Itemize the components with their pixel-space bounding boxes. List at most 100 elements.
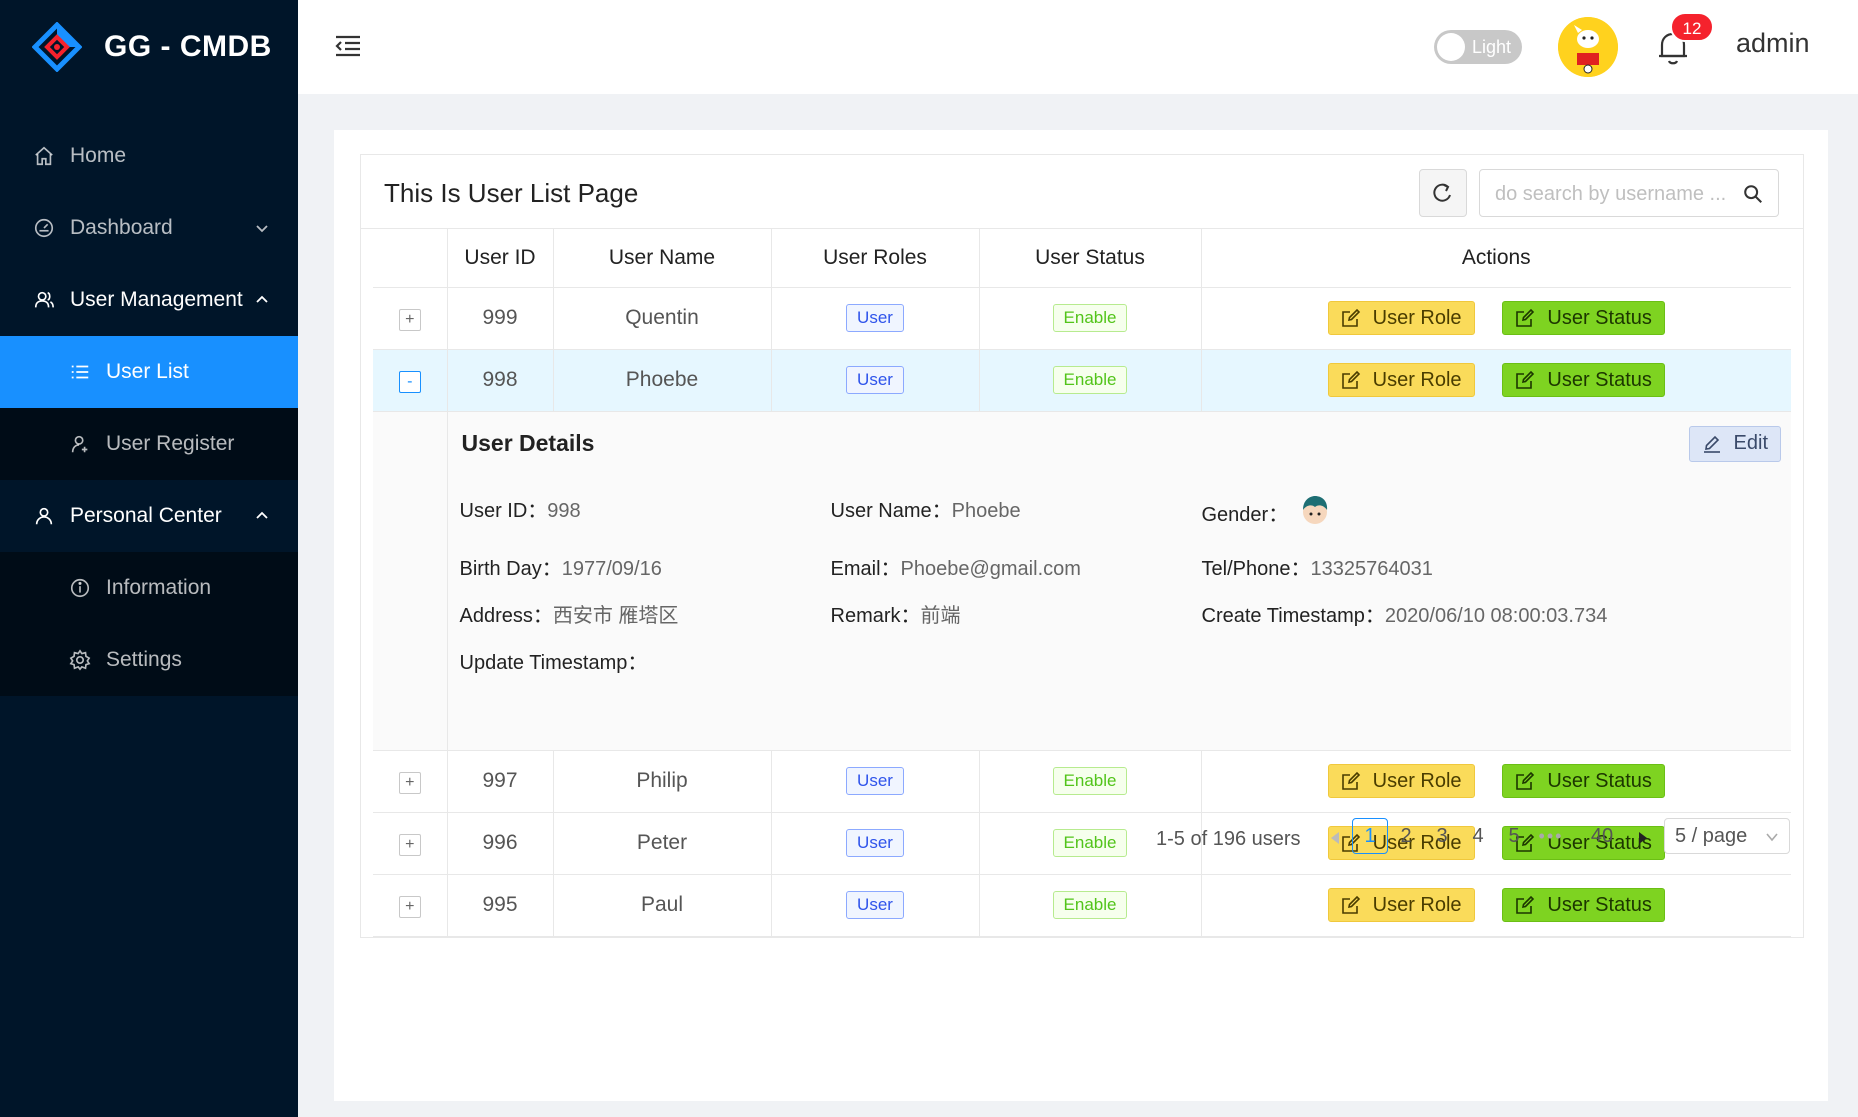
- page-size-value: 5 / page: [1675, 824, 1748, 847]
- sidebar-item-label: Home: [70, 144, 127, 167]
- table-row: + 997 Philip User Enable User Role User …: [373, 750, 1791, 813]
- column-header: User Status: [979, 229, 1202, 288]
- status-badge: Enable: [1052, 304, 1128, 332]
- sidebar-item-label: Information: [106, 576, 212, 599]
- cell-user-name: Philip: [553, 750, 772, 813]
- field-label: Address：: [459, 604, 553, 627]
- sidebar-item-settings[interactable]: Settings: [0, 624, 298, 696]
- collapse-row-button[interactable]: -: [398, 370, 421, 393]
- sidebar-item-label: Personal Center: [70, 504, 222, 527]
- search-icon[interactable]: [1742, 183, 1764, 205]
- sidebar-item-dashboard[interactable]: Dashboard: [0, 192, 298, 264]
- app-title: GG - CMDB: [104, 30, 272, 63]
- page-item-1[interactable]: 1: [1352, 818, 1388, 854]
- theme-toggle[interactable]: Light: [1434, 30, 1522, 64]
- theme-label: Light: [1472, 37, 1512, 57]
- list-icon: [68, 360, 92, 384]
- field-birthday: Birth Day：1977/09/16: [460, 552, 662, 581]
- user-role-button[interactable]: User Role: [1327, 301, 1475, 335]
- button-label: User Status: [1547, 893, 1652, 916]
- button-label: User Role: [1372, 368, 1462, 391]
- user-status-button[interactable]: User Status: [1502, 764, 1665, 798]
- pagination: 1-5 of 196 users 1 2 3 4 5 ••• 40 5 / pa…: [334, 818, 1828, 858]
- field-gender: Gender：: [1202, 496, 1333, 528]
- user-add-icon: [68, 432, 92, 456]
- sidebar-item-user-management[interactable]: User Management: [0, 264, 298, 336]
- field-label: Birth Day：: [459, 557, 562, 580]
- male-avatar-icon: [1298, 493, 1332, 527]
- cell-user-name: Quentin: [553, 287, 772, 350]
- chevron-down-icon: [256, 225, 268, 233]
- field-value: 前端: [920, 604, 961, 627]
- next-page-icon[interactable]: [1636, 830, 1650, 846]
- cell-user-id: 999: [447, 287, 554, 350]
- sidebar-item-information[interactable]: Information: [0, 552, 298, 624]
- sidebar-item-label: Dashboard: [70, 216, 173, 239]
- cell-user-name: Paul: [553, 874, 772, 937]
- chevron-up-icon: [256, 511, 268, 519]
- search-input[interactable]: [1495, 179, 1735, 209]
- expand-row-button[interactable]: +: [398, 308, 421, 331]
- field-value: 西安市 雁塔区: [552, 604, 679, 627]
- field-label: User Name：: [830, 499, 952, 522]
- info-icon: [68, 576, 92, 600]
- user-role-button[interactable]: User Role: [1327, 764, 1475, 798]
- user-status-button[interactable]: User Status: [1502, 301, 1665, 335]
- field-value: 998: [547, 499, 581, 522]
- field-email: Email：Phoebe@gmail.com: [831, 552, 1081, 581]
- field-remark: Remark：前端: [831, 599, 961, 628]
- page-item-last[interactable]: 40: [1584, 818, 1620, 854]
- page-item-5[interactable]: 5: [1496, 818, 1532, 854]
- field-value: Phoebe: [951, 499, 1021, 522]
- table-header-row: User ID User Name User Roles User Status…: [373, 229, 1791, 288]
- status-badge: Enable: [1052, 891, 1128, 919]
- status-badge: Enable: [1052, 767, 1128, 795]
- edit-icon: [1703, 435, 1720, 453]
- column-header: User ID: [447, 229, 554, 288]
- page-ellipsis[interactable]: •••: [1533, 818, 1569, 854]
- page-item-3[interactable]: 3: [1424, 818, 1460, 854]
- prev-page-icon[interactable]: [1328, 830, 1342, 846]
- chevron-up-icon: [256, 295, 268, 303]
- cell-user-id: 997: [447, 750, 554, 813]
- sidebar-item-label: User Management: [70, 288, 243, 311]
- role-tag: User: [846, 304, 904, 332]
- edit-icon: [1341, 308, 1360, 327]
- user-status-button[interactable]: User Status: [1502, 363, 1665, 397]
- button-label: User Role: [1372, 306, 1462, 329]
- sidebar-item-user-register[interactable]: User Register: [0, 408, 298, 480]
- logo-icon: [32, 22, 82, 72]
- page-item-2[interactable]: 2: [1388, 818, 1424, 854]
- edit-icon: [1516, 895, 1535, 914]
- expanded-detail-row: User Details Edit User ID：998 User Name：…: [373, 411, 1792, 751]
- edit-button[interactable]: Edit: [1688, 425, 1781, 462]
- field-user-name: User Name：Phoebe: [831, 494, 1021, 523]
- user-group-icon: [32, 288, 56, 312]
- username[interactable]: admin: [1736, 28, 1810, 59]
- sidebar: GG - CMDB Home Dashboard User Management: [0, 0, 298, 1117]
- chevron-down-icon: [1766, 833, 1778, 842]
- role-tag: User: [846, 366, 904, 394]
- page-item-4[interactable]: 4: [1460, 818, 1496, 854]
- field-phone: Tel/Phone：13325764031: [1202, 552, 1433, 581]
- brand[interactable]: GG - CMDB: [0, 0, 298, 94]
- expand-row-button[interactable]: +: [398, 895, 421, 918]
- user-role-button[interactable]: User Role: [1327, 888, 1475, 922]
- refresh-button[interactable]: [1419, 169, 1467, 217]
- user-details-panel: User Details Edit User ID：998 User Name：…: [448, 412, 1792, 750]
- column-header: User Name: [553, 229, 772, 288]
- expand-row-button[interactable]: +: [398, 771, 421, 794]
- avatar[interactable]: [1558, 17, 1618, 77]
- top-header: Light 12 admin: [298, 0, 1858, 94]
- sidebar-item-home[interactable]: Home: [0, 120, 298, 192]
- user-status-button[interactable]: User Status: [1502, 888, 1665, 922]
- sidebar-item-personal-center[interactable]: Personal Center: [0, 480, 298, 552]
- status-badge: Enable: [1052, 366, 1128, 394]
- page-size-select[interactable]: 5 / page: [1664, 818, 1790, 854]
- field-label: Tel/Phone：: [1201, 557, 1311, 580]
- field-user-id: User ID：998: [460, 494, 581, 523]
- details-title: User Details: [461, 429, 595, 456]
- menu-fold-icon[interactable]: [334, 34, 362, 58]
- sidebar-item-user-list[interactable]: User List: [0, 336, 298, 408]
- user-role-button[interactable]: User Role: [1327, 363, 1475, 397]
